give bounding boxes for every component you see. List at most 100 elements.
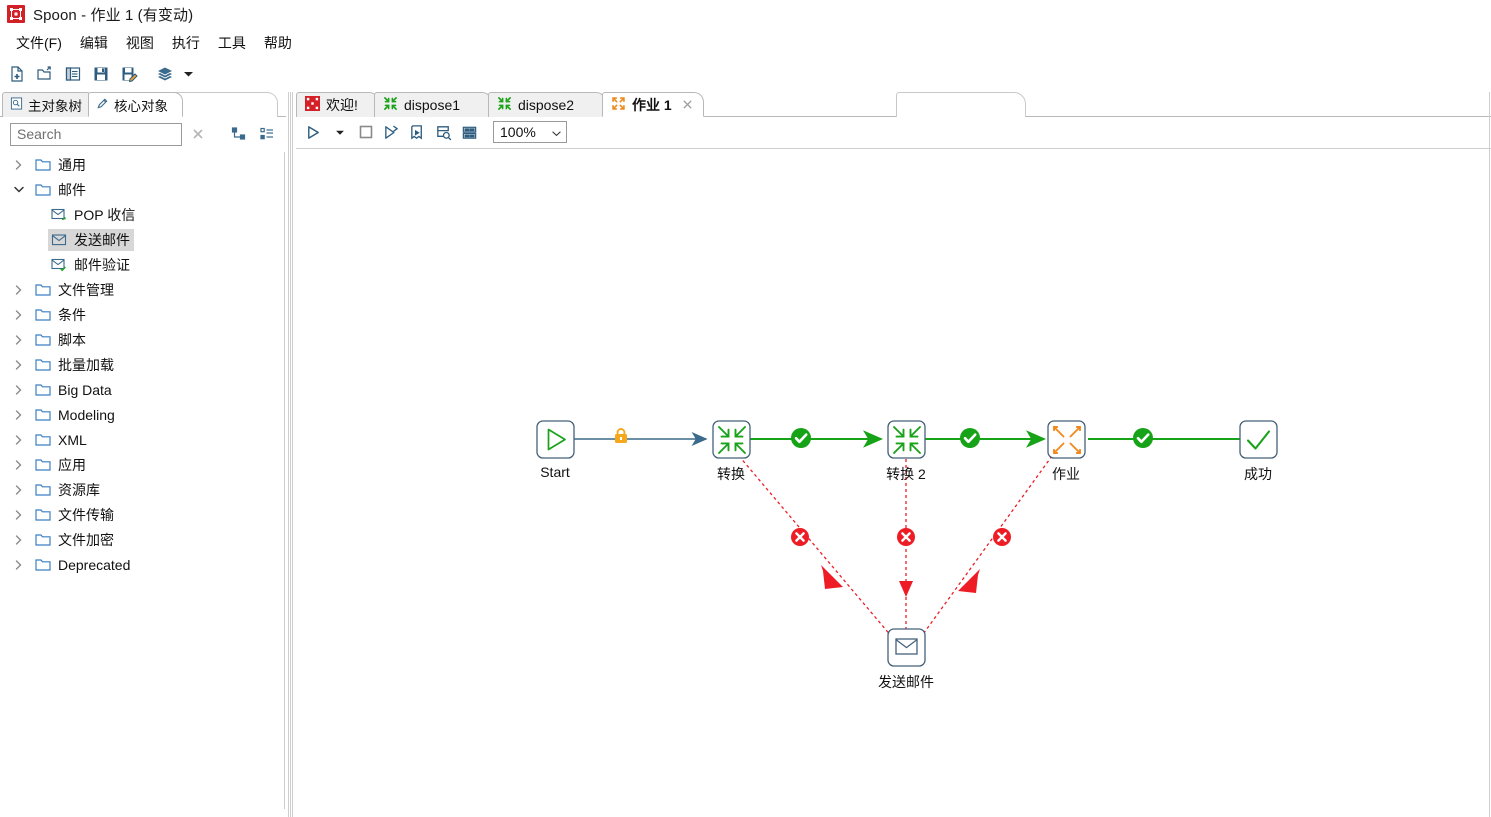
chevron-right-icon[interactable] xyxy=(12,384,25,396)
chevron-right-icon[interactable] xyxy=(12,434,25,446)
tree-item-14[interactable]: 文件传输 xyxy=(0,502,284,527)
tabstrip-trailing-decoration xyxy=(170,92,278,117)
menu-edit[interactable]: 编辑 xyxy=(72,31,116,55)
tree-item-2[interactable]: POP 收信 xyxy=(0,202,284,227)
check-icon xyxy=(960,428,980,448)
hop-trans2-to-mail[interactable] xyxy=(899,459,913,637)
error-icon xyxy=(897,528,915,546)
chevron-down-icon[interactable] xyxy=(180,61,196,87)
mail-send-icon xyxy=(50,233,68,247)
tree-item-label: 文件传输 xyxy=(58,506,114,523)
chevron-right-icon[interactable] xyxy=(12,459,25,471)
tab-dispose2[interactable]: dispose2 xyxy=(488,92,606,117)
collapse-all-button[interactable] xyxy=(256,123,278,145)
zoom-level-value: 100% xyxy=(500,124,536,140)
tree-item-0[interactable]: 通用 xyxy=(0,152,284,177)
menu-run[interactable]: 执行 xyxy=(164,31,208,55)
zoom-level-select[interactable]: 100% xyxy=(493,121,567,143)
chevron-right-icon[interactable] xyxy=(12,484,25,496)
preview-button[interactable] xyxy=(379,120,404,144)
chevron-right-icon[interactable] xyxy=(12,359,25,371)
chevron-right-icon[interactable] xyxy=(12,509,25,521)
chevron-right-icon[interactable] xyxy=(12,159,25,171)
expand-all-button[interactable] xyxy=(228,123,250,145)
node-job[interactable] xyxy=(1047,420,1086,459)
tree-item-label: 邮件验证 xyxy=(74,256,130,273)
tab-main-object-tree[interactable]: 主对象树 xyxy=(2,92,95,117)
tab-welcome[interactable]: 欢迎! xyxy=(296,92,379,117)
chevron-right-icon[interactable] xyxy=(12,334,25,346)
tree-item-5[interactable]: 文件管理 xyxy=(0,277,284,302)
tree-item-10[interactable]: Modeling xyxy=(0,402,284,427)
chevron-right-icon[interactable] xyxy=(12,309,25,321)
grid-button[interactable] xyxy=(457,120,482,144)
tab-dispose1[interactable]: dispose1 xyxy=(374,92,492,117)
close-icon[interactable] xyxy=(682,97,693,113)
node-transformation-1[interactable] xyxy=(712,420,751,459)
tree-item-7[interactable]: 脚本 xyxy=(0,327,284,352)
save-as-button[interactable] xyxy=(116,61,142,87)
stop-button[interactable] xyxy=(353,120,378,144)
tree-item-content: 邮件 xyxy=(32,179,90,201)
perspective-button[interactable] xyxy=(152,61,178,87)
debug-button[interactable] xyxy=(405,120,430,144)
menu-help[interactable]: 帮助 xyxy=(256,31,300,55)
open-button[interactable] xyxy=(32,61,58,87)
chevron-right-icon[interactable] xyxy=(12,559,25,571)
inspect-button[interactable] xyxy=(431,120,456,144)
menu-tools[interactable]: 工具 xyxy=(210,31,254,55)
menu-view[interactable]: 视图 xyxy=(118,31,162,55)
tree-item-4[interactable]: 邮件验证 xyxy=(0,252,284,277)
tree-item-8[interactable]: 批量加载 xyxy=(0,352,284,377)
tree-item-label: 条件 xyxy=(58,306,86,323)
core-objects-tree[interactable]: 通用 邮件 POP 收信 发送邮件邮件验证文件管理条件脚本批量加载 Big Data Mo… xyxy=(0,152,285,809)
tree-item-label: 应用 xyxy=(58,456,86,473)
node-start[interactable] xyxy=(536,420,575,459)
tree-item-13[interactable]: 资源库 xyxy=(0,477,284,502)
mail-receive-icon xyxy=(50,208,68,222)
node-mail-send[interactable] xyxy=(887,628,926,667)
tree-item-label: XML xyxy=(58,431,87,448)
chevron-right-icon[interactable] xyxy=(12,284,25,296)
tree-item-3[interactable]: 发送邮件 xyxy=(0,227,284,252)
tree-item-content: Big Data xyxy=(32,381,116,399)
folder-icon xyxy=(34,408,52,422)
chevron-down-icon[interactable] xyxy=(12,185,25,194)
main-toolbar xyxy=(0,58,1491,90)
tree-item-12[interactable]: 应用 xyxy=(0,452,284,477)
menu-file[interactable]: 文件(F) xyxy=(8,31,70,55)
run-options-dropdown[interactable] xyxy=(327,120,352,144)
editor-panel: 欢迎! dispose1 dispose2 作业 1 100% Start 转换… xyxy=(296,92,1491,817)
lock-icon xyxy=(615,428,627,443)
chevron-right-icon[interactable] xyxy=(12,534,25,546)
tree-item-label: 批量加载 xyxy=(58,356,114,373)
tree-item-content: 文件传输 xyxy=(32,504,118,526)
tree-item-11[interactable]: XML xyxy=(0,427,284,452)
node-success[interactable] xyxy=(1239,420,1278,459)
new-button[interactable] xyxy=(4,61,30,87)
tree-item-9[interactable]: Big Data xyxy=(0,377,284,402)
search-placeholder: Search xyxy=(17,126,62,142)
search-input[interactable]: Search xyxy=(10,122,182,146)
node-transformation-2[interactable] xyxy=(887,420,926,459)
save-button[interactable] xyxy=(88,61,114,87)
hop-job-to-mail[interactable] xyxy=(920,455,1053,638)
job-canvas[interactable]: Start 转换 转换 2 作业 成功 发送邮件 xyxy=(296,148,1491,817)
tab-core-objects[interactable]: 核心对象 xyxy=(88,92,183,117)
clear-x-icon[interactable] xyxy=(188,124,208,144)
tab-job-1[interactable]: 作业 1 xyxy=(602,92,704,117)
tree-item-6[interactable]: 条件 xyxy=(0,302,284,327)
tree-item-content: 条件 xyxy=(32,304,90,326)
tree-item-16[interactable]: Deprecated xyxy=(0,552,284,577)
tree-item-1[interactable]: 邮件 xyxy=(0,177,284,202)
window-title: Spoon - 作业 1 (有变动) xyxy=(33,6,194,24)
spoon-icon xyxy=(305,96,320,114)
tree-item-content: 文件管理 xyxy=(32,279,118,301)
hop-trans1-to-mail[interactable] xyxy=(738,455,893,638)
explorer-button[interactable] xyxy=(60,61,86,87)
tree-item-15[interactable]: 文件加密 xyxy=(0,527,284,552)
tree-item-content: 文件加密 xyxy=(32,529,118,551)
panel-sash[interactable] xyxy=(286,92,296,817)
chevron-right-icon[interactable] xyxy=(12,409,25,421)
run-button[interactable] xyxy=(301,120,326,144)
